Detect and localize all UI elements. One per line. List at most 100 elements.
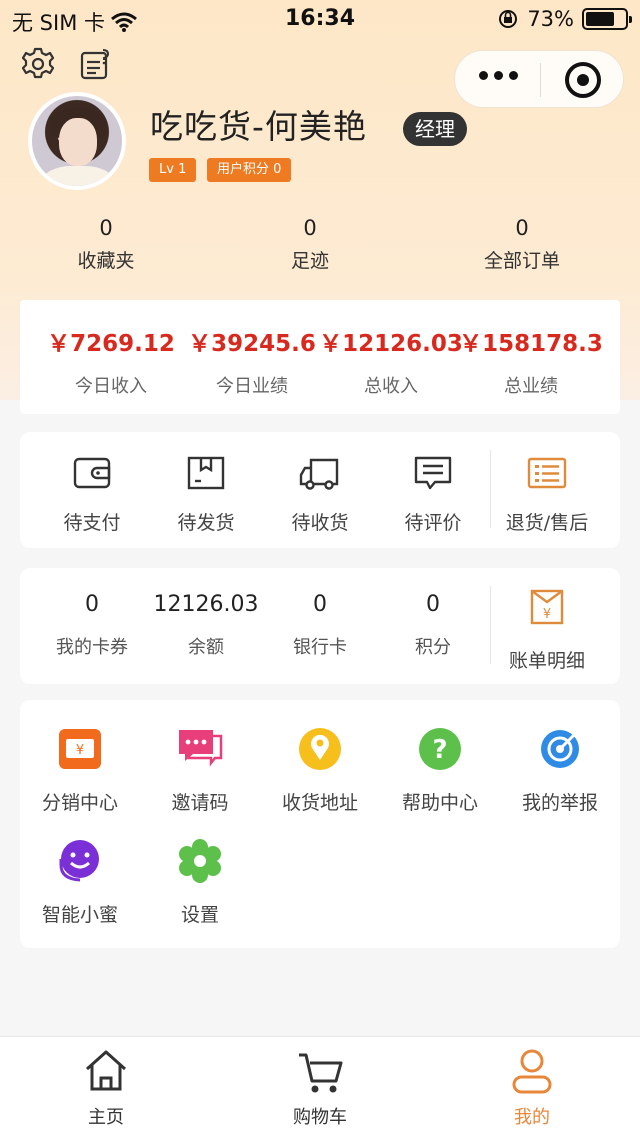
cart-icon [299, 1053, 343, 1093]
wallet-value: 0 [313, 592, 327, 617]
order-label: 待评价 [404, 512, 462, 534]
service-report[interactable]: 我的举报 [500, 726, 620, 815]
service-smart-assistant[interactable]: 智能小蜜 [20, 838, 140, 927]
svg-text:¥: ¥ [543, 607, 551, 622]
location-pin-icon [299, 728, 341, 770]
status-bar: 无 SIM 卡 16:34 73% [0, 0, 640, 40]
service-distribution[interactable]: ¥ 分销中心 [20, 726, 140, 815]
wallet-card: 0 我的卡券 12126.03 余额 0 银行卡 0 积分 ¥ 账单明细 [20, 568, 620, 684]
settings-gear-icon[interactable] [20, 46, 56, 82]
invite-message-icon [179, 730, 223, 767]
truck-icon [299, 458, 339, 490]
wallet-coupons[interactable]: 0 我的卡券 [35, 592, 149, 659]
service-label: 智能小蜜 [41, 904, 118, 926]
earning-today-performance[interactable]: ￥39245.6 今日业绩 [177, 324, 327, 398]
stat-footprints[interactable]: 0 足迹 [220, 216, 400, 273]
stat-label: 足迹 [290, 250, 329, 272]
stat-value: 0 [99, 216, 113, 240]
order-label: 待支付 [63, 512, 121, 534]
order-pending-review[interactable]: 待评价 [376, 454, 490, 535]
earning-label: 总收入 [364, 376, 418, 397]
services-card: ¥ 分销中心 邀请码 收货地址 ? 帮助中心 我的举报 智能小蜜 设置 [20, 700, 620, 948]
order-after-sales[interactable]: 退货/售后 [490, 454, 604, 535]
earning-total-performance[interactable]: ￥158178.3 总业绩 [456, 324, 606, 398]
order-label: 退货/售后 [505, 512, 589, 534]
service-invite-code[interactable]: 邀请码 [140, 726, 260, 815]
smart-assistant-icon [59, 840, 99, 882]
earning-value: ￥158178.3 [459, 331, 603, 357]
wallet-points[interactable]: 0 积分 [376, 592, 490, 659]
stat-label: 全部订单 [483, 250, 560, 272]
orders-card: 待支付 待发货 待收货 待评价 退货/售后 [20, 432, 620, 548]
order-label: 待发货 [177, 512, 235, 534]
level-badge: Lv 1 [149, 158, 197, 182]
stat-favorites[interactable]: 0 收藏夹 [16, 216, 196, 273]
tab-home[interactable]: 主页 [36, 1047, 176, 1129]
settings-flower-icon [179, 839, 221, 883]
stat-value: 0 [515, 216, 529, 240]
earning-value: ￥12126.03 [319, 331, 463, 357]
wallet-label: 我的卡券 [56, 637, 128, 658]
order-label: 待收货 [291, 512, 349, 534]
wallet-label: 银行卡 [293, 637, 347, 658]
more-icon[interactable] [479, 71, 518, 80]
return-list-icon [527, 457, 567, 489]
capsule-divider [540, 63, 541, 97]
service-label: 收货地址 [281, 792, 358, 814]
wallet-label: 积分 [415, 637, 451, 658]
rotation-lock-icon [499, 10, 518, 28]
wallet-value: 12126.03 [153, 592, 259, 617]
service-settings[interactable]: 设置 [140, 838, 260, 927]
earning-label: 总业绩 [504, 376, 558, 397]
role-badge: 经理 [403, 112, 467, 146]
stat-all-orders[interactable]: 0 全部订单 [432, 216, 612, 273]
earning-label: 今日收入 [75, 376, 147, 397]
close-target-icon[interactable] [565, 62, 601, 98]
stat-label: 收藏夹 [77, 250, 135, 272]
wallet-value: 0 [85, 592, 99, 617]
service-help[interactable]: ? 帮助中心 [380, 726, 500, 815]
tab-mine[interactable]: 我的 [462, 1047, 602, 1129]
service-label: 分销中心 [41, 792, 118, 814]
service-label: 我的举报 [521, 792, 598, 814]
profile-icon [512, 1049, 552, 1094]
order-pending-payment[interactable]: 待支付 [35, 454, 149, 535]
profile-stats: 0 收藏夹 0 足迹 0 全部订单 [0, 216, 640, 276]
distribution-icon: ¥ [59, 729, 101, 769]
service-label: 邀请码 [171, 792, 229, 814]
tab-label: 主页 [88, 1107, 124, 1128]
bill-details[interactable]: ¥ 账单明细 [490, 588, 604, 673]
wallet-balance[interactable]: 12126.03 余额 [149, 592, 263, 659]
bill-icon: ¥ [530, 589, 564, 625]
package-icon [187, 456, 225, 490]
tab-cart[interactable]: 购物车 [250, 1047, 390, 1129]
wallet-value: 0 [426, 592, 440, 617]
earning-label: 今日业绩 [216, 376, 288, 397]
order-pending-shipment[interactable]: 待发货 [149, 454, 263, 535]
earnings-card: ￥7269.12 今日收入 ￥39245.6 今日业绩 ￥12126.03 总收… [20, 300, 620, 414]
earning-today-income[interactable]: ￥7269.12 今日收入 [36, 324, 186, 398]
earning-value: ￥7269.12 [47, 331, 175, 357]
avatar[interactable] [28, 92, 126, 190]
comment-icon [414, 456, 452, 490]
service-address[interactable]: 收货地址 [260, 726, 380, 815]
tab-label: 购物车 [293, 1107, 347, 1128]
feedback-note-icon[interactable] [78, 46, 114, 82]
tab-label: 我的 [514, 1107, 550, 1128]
report-target-icon [541, 730, 579, 768]
earning-value: ￥39245.6 [188, 331, 316, 357]
bill-label: 账单明细 [508, 650, 585, 672]
earning-total-income[interactable]: ￥12126.03 总收入 [316, 324, 466, 398]
tab-bar: 主页 购物车 我的 [0, 1036, 640, 1136]
service-label: 帮助中心 [401, 792, 478, 814]
order-pending-receipt[interactable]: 待收货 [263, 454, 377, 535]
home-icon [85, 1050, 127, 1091]
wallet-bank-cards[interactable]: 0 银行卡 [263, 592, 377, 659]
user-name: 吃吃货-何美艳 [150, 107, 367, 146]
svg-text:¥: ¥ [76, 743, 84, 758]
wallet-label: 余额 [188, 637, 224, 658]
service-label: 设置 [180, 904, 219, 926]
user-points-badge: 用户积分 0 [207, 158, 292, 182]
battery-fill [586, 12, 614, 26]
stat-value: 0 [303, 216, 317, 240]
